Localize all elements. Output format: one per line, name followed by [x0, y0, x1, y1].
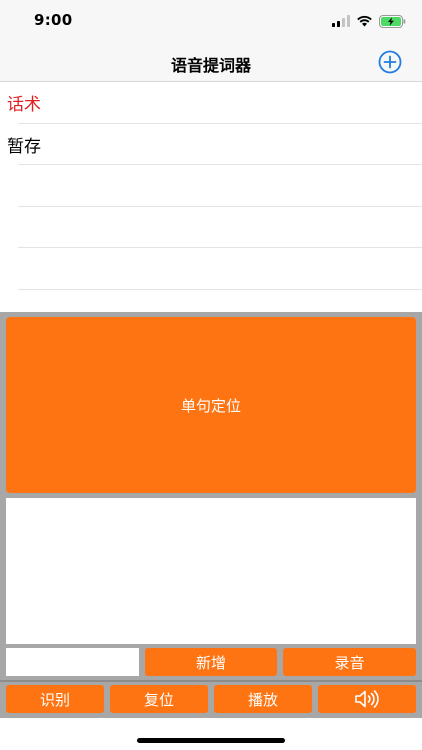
plus-circle-icon: [378, 50, 402, 74]
list-item[interactable]: 话术: [0, 82, 422, 124]
page-title: 语音提词器: [170, 56, 251, 75]
navigation-bar: 语音提词器: [0, 44, 422, 82]
status-time: 9:00: [34, 11, 73, 29]
record-button[interactable]: 录音: [283, 648, 416, 676]
reset-button[interactable]: 复位: [110, 685, 208, 713]
speaker-button[interactable]: [318, 685, 416, 713]
recognize-button[interactable]: 识别: [6, 685, 104, 713]
speaker-icon: [355, 690, 379, 708]
list-item[interactable]: [0, 248, 422, 290]
cellular-signal-icon: [332, 15, 350, 27]
sentence-locate-button[interactable]: 单句定位: [6, 317, 416, 493]
home-indicator[interactable]: [137, 738, 285, 743]
name-input[interactable]: [6, 648, 139, 676]
status-icons: [332, 13, 406, 29]
divider: [0, 680, 422, 682]
add-button[interactable]: [378, 50, 402, 74]
list-item[interactable]: 暂存: [0, 124, 422, 166]
list-item[interactable]: [0, 165, 422, 207]
script-list: 话术 暂存: [0, 82, 422, 312]
home-area: [0, 718, 422, 750]
list-item[interactable]: [0, 207, 422, 249]
status-bar: 9:00: [0, 0, 422, 44]
add-new-button[interactable]: 新增: [145, 648, 277, 676]
play-button[interactable]: 播放: [214, 685, 312, 713]
script-text-area[interactable]: [6, 498, 416, 644]
battery-charging-icon: [379, 14, 406, 28]
control-panel: 单句定位 新增 录音 识别 复位 播放: [0, 312, 422, 718]
wifi-icon: [357, 15, 372, 27]
